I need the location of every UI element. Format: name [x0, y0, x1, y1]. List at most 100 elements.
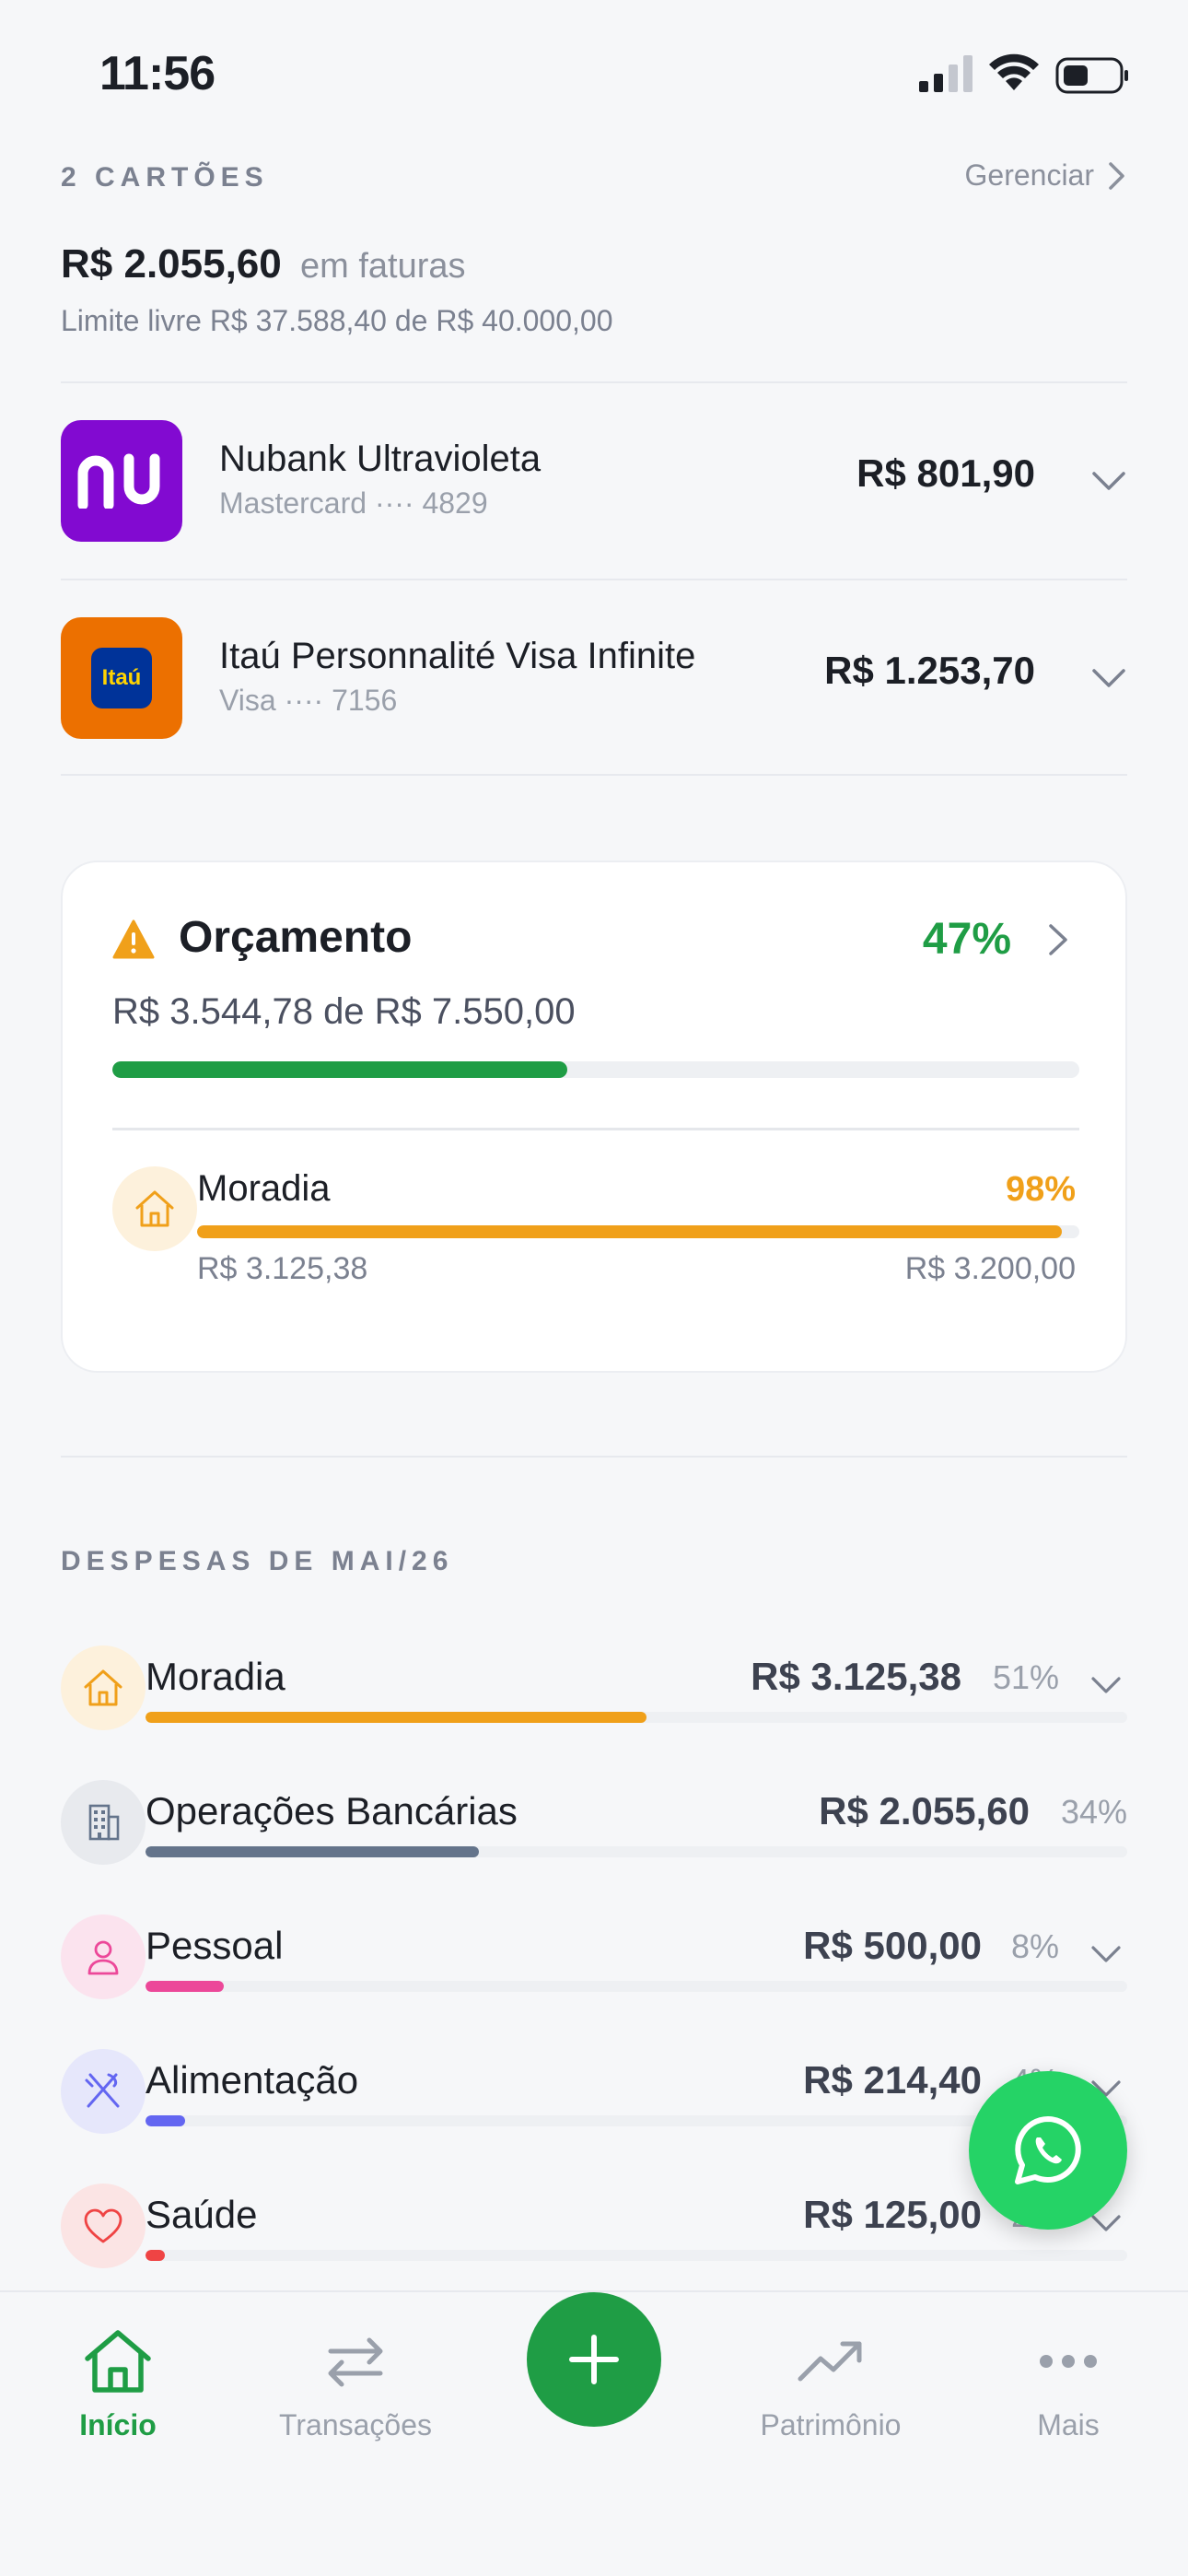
utensils-icon	[85, 2073, 120, 2108]
expense-amount: R$ 214,40	[803, 2058, 982, 2102]
card-row-nubank[interactable]: Nubank Ultravioleta Mastercard ···· 4829…	[61, 383, 1127, 579]
budget-category-percent: 98%	[1005, 1170, 1076, 1209]
expense-progress-fill	[146, 1981, 225, 1992]
tab-transacoes[interactable]: Transações	[254, 2322, 457, 2469]
budget-category-name: Moradia	[197, 1168, 331, 1209]
cards-total: R$ 2.055,60 em faturas	[61, 241, 466, 287]
card-name: Itaú Personnalité Visa Infinite	[219, 636, 696, 676]
budget-category-progress-fill	[197, 1225, 1062, 1238]
card-network: Visa ···· 7156	[219, 684, 398, 717]
divider	[61, 774, 1127, 776]
budget-category-limit: R$ 3.200,00	[904, 1251, 1076, 1286]
chevron-down-icon[interactable]	[1090, 1938, 1122, 1970]
expense-progress-bar	[146, 1712, 1127, 1723]
expense-row-alimentacao[interactable]: Alimentação R$ 214,40 4%	[61, 2049, 1127, 2184]
expense-progress-fill	[146, 1846, 480, 1857]
cards-total-suffix: em faturas	[299, 247, 466, 286]
budget-card[interactable]: Orçamento 47% R$ 3.544,78 de R$ 7.550,00…	[61, 861, 1127, 1373]
expense-progress-fill	[146, 1712, 646, 1723]
tab-label: Transações	[279, 2408, 432, 2441]
plus-icon	[569, 2335, 619, 2384]
status-time: 11:56	[99, 47, 215, 100]
budget-progress-fill	[112, 1061, 567, 1078]
expense-progress-fill	[146, 2115, 185, 2126]
tab-bar: Início Transações Patrimônio Mais	[0, 2290, 1188, 2576]
expense-amount: R$ 2.055,60	[819, 1789, 1030, 1832]
tab-label: Início	[79, 2408, 157, 2441]
expense-percent: 51%	[992, 1658, 1059, 1696]
expense-progress-bar	[146, 1981, 1127, 1992]
expense-icon-bg	[61, 2184, 146, 2268]
home-icon	[84, 1669, 122, 1706]
chevron-down-icon[interactable]	[1090, 660, 1127, 697]
transfer-icon	[328, 2337, 383, 2387]
divider	[61, 1456, 1127, 1458]
signal-icon	[919, 55, 973, 92]
expense-icon-bg	[61, 1914, 146, 1999]
cards-total-amount: R$ 2.055,60	[61, 241, 282, 287]
card-name: Nubank Ultravioleta	[219, 439, 542, 479]
chevron-right-icon	[1049, 924, 1067, 955]
budget-category-progress-bar	[197, 1225, 1079, 1238]
whatsapp-icon	[1015, 2116, 1081, 2184]
budget-category-spent: R$ 3.125,38	[197, 1251, 368, 1286]
expense-progress-bar	[146, 2250, 1127, 2261]
budget-title: Orçamento	[179, 913, 413, 962]
chevron-down-icon[interactable]	[1090, 463, 1127, 499]
expense-row-operacoes-bancarias[interactable]: Operações Bancárias R$ 2.055,60 34%	[61, 1780, 1127, 1914]
manage-cards-link[interactable]: Gerenciar	[965, 158, 1128, 193]
expenses-title: DESPESAS DE MAI/26	[61, 1546, 454, 1576]
itau-logo-mark: Itaú	[91, 648, 152, 708]
expense-name: Moradia	[146, 1655, 285, 1698]
expense-row-pessoal[interactable]: Pessoal R$ 500,00 8%	[61, 1914, 1127, 2049]
status-bar: 11:56	[0, 0, 1188, 147]
add-transaction-button[interactable]	[527, 2292, 661, 2427]
home-icon	[85, 2330, 151, 2393]
tab-patrimonio[interactable]: Patrimônio	[729, 2322, 932, 2469]
card-amount: R$ 801,90	[856, 451, 1035, 495]
divider	[112, 1128, 1079, 1130]
wifi-icon	[989, 53, 1039, 90]
chevron-down-icon[interactable]	[1090, 1669, 1122, 1701]
whatsapp-button[interactable]	[969, 2071, 1127, 2230]
card-network: Mastercard ···· 4829	[219, 486, 488, 520]
budget-progress-bar	[112, 1061, 1079, 1078]
card-amount: R$ 1.253,70	[824, 649, 1035, 692]
expense-name: Pessoal	[146, 1924, 284, 1967]
warning-icon	[112, 919, 155, 959]
cards-count-label: 2 CARTÕES	[61, 162, 269, 193]
expense-icon-bg	[61, 2049, 146, 2134]
tab-label: Mais	[1037, 2408, 1100, 2441]
tab-inicio[interactable]: Início	[17, 2322, 219, 2469]
chevron-right-icon	[1109, 161, 1124, 190]
expense-amount: R$ 500,00	[803, 1924, 982, 1967]
manage-label: Gerenciar	[964, 158, 1095, 192]
expense-progress-bar	[146, 1846, 1127, 1857]
expense-amount: R$ 3.125,38	[751, 1655, 961, 1698]
home-icon	[135, 1190, 174, 1227]
expense-name: Alimentação	[146, 2058, 359, 2102]
expense-amount: R$ 125,00	[803, 2193, 982, 2236]
expense-icon-bg	[61, 1780, 146, 1865]
building-icon	[88, 1804, 120, 1841]
itau-logo: Itaú	[61, 617, 182, 739]
budget-percent: 47%	[922, 915, 1011, 964]
heart-icon	[84, 2208, 122, 2243]
itau-logo-text: Itaú	[101, 665, 142, 690]
expense-icon-bg	[61, 1645, 146, 1730]
nubank-logo-mark	[77, 453, 160, 509]
expense-name: Saúde	[146, 2193, 258, 2236]
expense-name: Operações Bancárias	[146, 1789, 518, 1832]
nubank-logo	[61, 420, 182, 542]
person-icon	[87, 1940, 119, 1975]
trend-up-icon	[798, 2341, 862, 2382]
cards-limit-text: Limite livre R$ 37.588,40 de R$ 40.000,0…	[61, 304, 613, 337]
expense-percent: 34%	[1060, 1793, 1127, 1831]
battery-icon	[1055, 57, 1128, 94]
budget-amount: R$ 3.544,78 de R$ 7.550,00	[112, 991, 576, 1032]
expense-progress-fill	[146, 2250, 166, 2261]
card-row-itau[interactable]: Itaú Itaú Personnalité Visa Infinite Vis…	[61, 580, 1127, 776]
tab-mais[interactable]: Mais	[967, 2322, 1170, 2469]
expense-row-moradia[interactable]: Moradia R$ 3.125,38 51%	[61, 1645, 1127, 1780]
tab-label: Patrimônio	[760, 2408, 902, 2441]
